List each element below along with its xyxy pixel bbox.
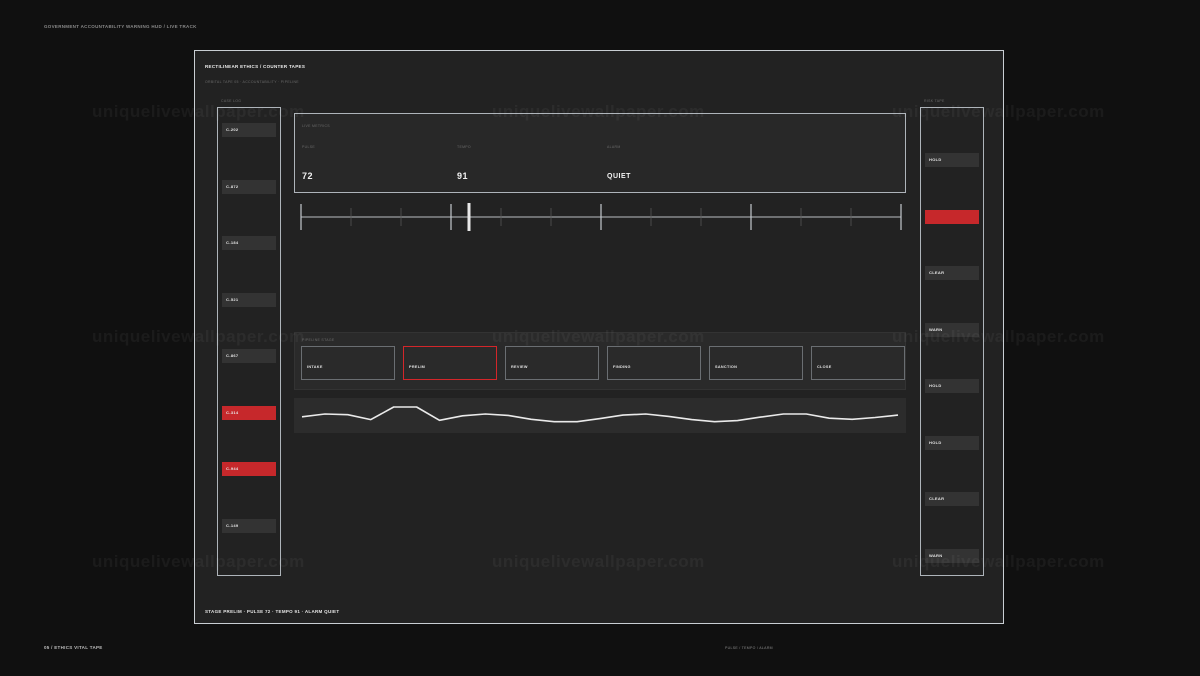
trace-line	[301, 406, 899, 423]
vital-trace-panel	[294, 398, 906, 433]
vital-trace	[301, 406, 899, 423]
alarm-value: QUIET	[607, 173, 631, 180]
hud-caption: GOVERNMENT ACCOUNTABILITY WARNING HUD / …	[44, 24, 197, 29]
stage-sanction[interactable]: SANCTION	[709, 346, 803, 380]
case-chip-1[interactable]: C-872	[222, 179, 276, 194]
alarm-label: ALARM	[607, 145, 621, 149]
scale-ruler	[300, 203, 902, 231]
case-chip-7[interactable]: C-149	[222, 518, 276, 533]
stage-finding[interactable]: FINDING	[607, 346, 701, 380]
risk-chip-1[interactable]	[925, 209, 979, 224]
status-line: STAGE PRELIM · PULSE 72 · TEMPO 91 · ALA…	[205, 609, 340, 614]
case-chip-6[interactable]: C-944	[222, 462, 276, 476]
footer-left: 05 / ETHICS VITAL TAPE	[44, 645, 103, 650]
stage-caption: PIPELINE STAGE	[302, 338, 335, 342]
watermark-text: uniquelivewallpaper.com	[92, 102, 305, 122]
tempo-label: TEMPO	[457, 145, 471, 149]
watermark-text: uniquelivewallpaper.com	[492, 102, 705, 122]
stage-prelim[interactable]: PRELIM	[403, 346, 497, 380]
case-chip-2[interactable]: C-184	[222, 236, 276, 250]
watermark-text: uniquelivewallpaper.com	[892, 102, 1105, 122]
watermark-text: uniquelivewallpaper.com	[492, 552, 705, 572]
metrics-readout: LIVE METRICS PULSE 72 TEMPO 91 ALARM QUI…	[294, 113, 906, 193]
risk-chip-0[interactable]: HOLD	[925, 153, 979, 167]
footer-middle: PULSE / TEMPO / ALARM	[725, 646, 773, 650]
watermark-text: uniquelivewallpaper.com	[492, 327, 705, 347]
case-chip-3[interactable]: C-521	[222, 292, 276, 307]
pulse-value: 72	[302, 171, 314, 181]
stage-intake[interactable]: INTAKE	[301, 346, 395, 380]
risk-chip-4[interactable]: HOLD	[925, 379, 979, 393]
case-chip-4[interactable]: C-867	[222, 349, 276, 363]
risk-chip-5[interactable]: HOLD	[925, 435, 979, 450]
risk-chip-6[interactable]: CLEAR	[925, 492, 979, 506]
watermark-text: uniquelivewallpaper.com	[92, 327, 305, 347]
stage-review[interactable]: REVIEW	[505, 346, 599, 380]
frame-subtitle: ORBITAL TAPE 05 · ACCOUNTABILITY · PIPEL…	[205, 80, 299, 84]
readout-caption: LIVE METRICS	[302, 124, 330, 128]
frame-title: RECTILINEAR ETHICS / COUNTER TAPES	[205, 64, 306, 69]
case-chip-0[interactable]: C-202	[222, 123, 276, 137]
risk-chip-2[interactable]: CLEAR	[925, 266, 979, 280]
stage-close[interactable]: CLOSE	[811, 346, 905, 380]
scale-marker	[467, 203, 471, 231]
pulse-label: PULSE	[302, 145, 315, 149]
watermark-text: uniquelivewallpaper.com	[92, 552, 305, 572]
watermark-text: uniquelivewallpaper.com	[892, 552, 1105, 572]
watermark-text: uniquelivewallpaper.com	[892, 327, 1105, 347]
tempo-value: 91	[457, 171, 469, 181]
case-chip-5[interactable]: C-314	[222, 405, 276, 420]
